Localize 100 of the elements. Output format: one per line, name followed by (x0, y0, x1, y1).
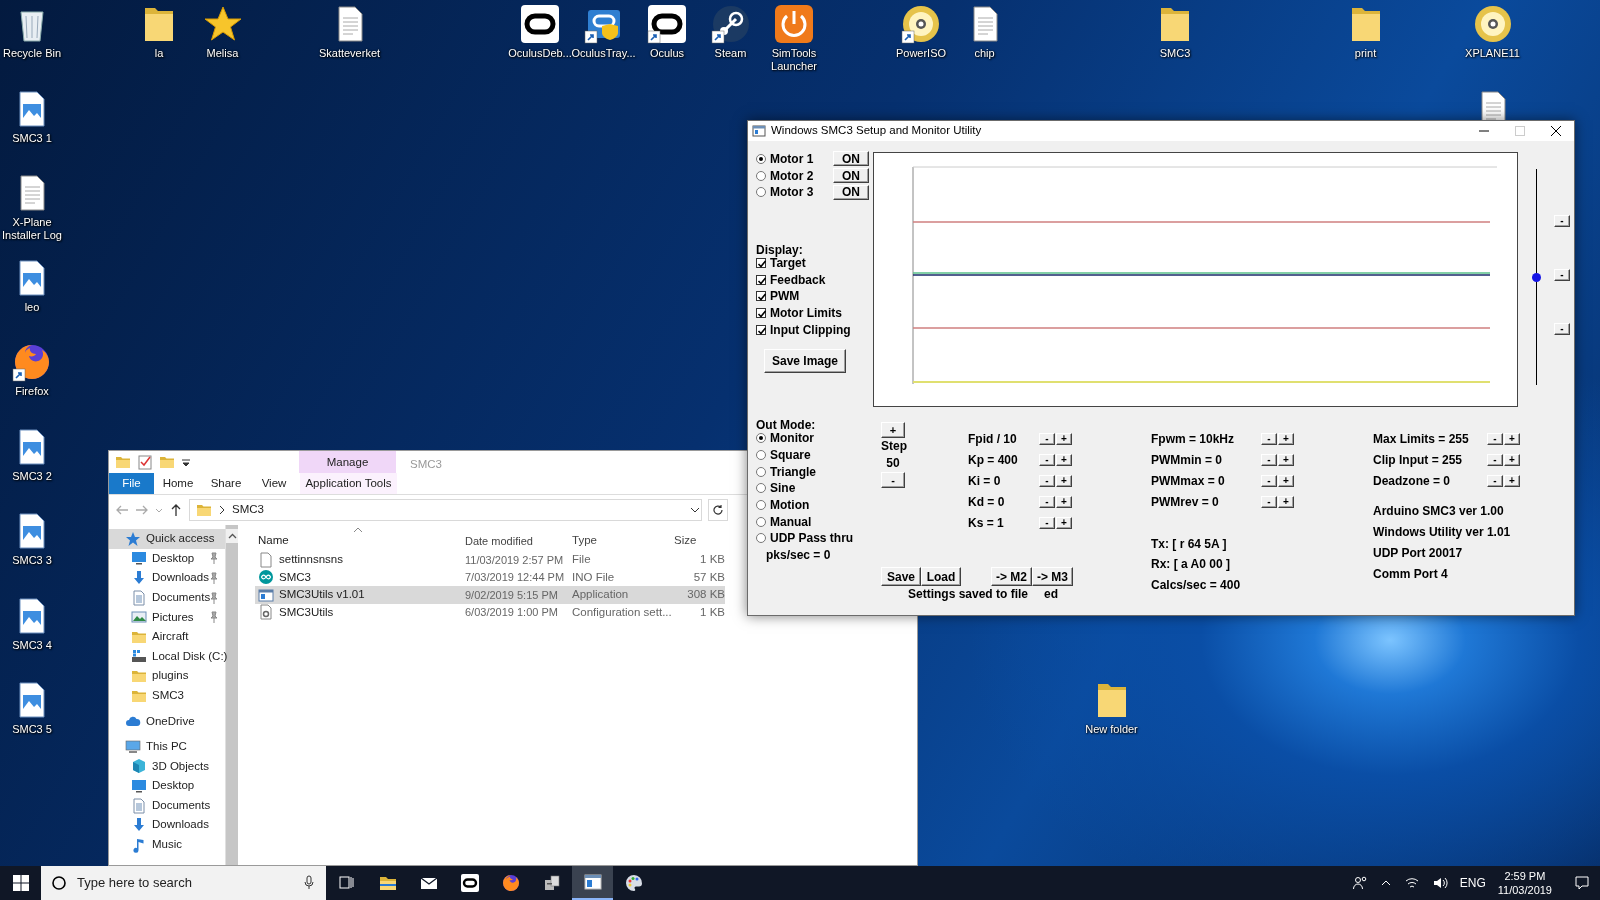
file-name[interactable]: settinnsnsns (279, 551, 343, 569)
checkbox[interactable] (756, 324, 766, 335)
nav-item[interactable]: Pictures (109, 607, 225, 627)
checkbox[interactable] (756, 291, 766, 302)
ring-app-icon[interactable] (647, 4, 687, 44)
desktop-icon-label[interactable]: leo (24, 300, 40, 314)
toggle-button[interactable]: ON (833, 151, 869, 167)
nav-item-label[interactable]: Desktop (152, 549, 195, 567)
desktop-icon-label[interactable]: print (1354, 47, 1377, 60)
increment-button[interactable]: + (1278, 475, 1294, 488)
clock-time[interactable]: 2:59 PM (1497, 868, 1552, 883)
radio-button[interactable] (756, 450, 766, 461)
microphone-icon[interactable] (302, 875, 316, 891)
ribbon-tab[interactable]: Share (202, 473, 250, 494)
ribbon-tab[interactable]: Home (154, 473, 202, 494)
desktop-icon-label[interactable]: SMC3 2 (12, 469, 52, 483)
desktop-icon-label[interactable]: Firefox (15, 385, 49, 398)
increment-button[interactable]: + (1504, 475, 1520, 488)
radio-label[interactable]: Manual (770, 512, 812, 531)
desktop-icon-label[interactable]: New folder (1085, 723, 1138, 736)
file-name[interactable]: SMC3 (279, 568, 311, 586)
address-path[interactable]: SMC3 (232, 501, 683, 519)
desktop-icon-label[interactable]: OculusTray... (571, 47, 636, 60)
notification-icon[interactable] (1574, 875, 1590, 891)
increment-button[interactable]: + (1056, 496, 1072, 509)
increment-button[interactable]: + (1056, 517, 1072, 529)
nav-item-label[interactable]: Pictures (152, 608, 194, 626)
radio-label[interactable]: Triangle (770, 462, 816, 481)
file-row[interactable]: settinnsnsns 11/03/2019 2:57 PM File 1 KB (255, 551, 725, 569)
ribbon-tab[interactable]: File (109, 473, 154, 494)
file-row[interactable]: SMC3Utils v1.01 9/02/2019 5:15 PM Application 308 KB (255, 586, 725, 604)
radio-label[interactable]: Motor 3 (770, 183, 814, 202)
pin-icon[interactable] (209, 572, 219, 584)
copy-button[interactable]: -> M2 (991, 567, 1032, 586)
minus-button[interactable]: - (1554, 323, 1570, 335)
nav-item-label[interactable]: Desktop (152, 777, 195, 795)
nav-item[interactable]: Downloads (109, 568, 225, 588)
scroll-up-icon[interactable] (227, 533, 237, 539)
desktop-icon-label[interactable]: Skatteverket (318, 47, 381, 60)
desktop-icon-label[interactable]: XPLANE11 (1465, 47, 1520, 60)
fox-globe-icon[interactable] (12, 342, 52, 382)
pin-icon[interactable] (209, 552, 219, 565)
radio-button[interactable] (756, 433, 766, 444)
desktop-icon-label[interactable]: Oculus (649, 47, 685, 60)
column-header[interactable]: Size (672, 532, 725, 550)
decrement-button[interactable]: - (1487, 454, 1503, 467)
checkbox[interactable] (756, 274, 766, 285)
nav-item-label[interactable]: Downloads (152, 816, 209, 834)
nav-item[interactable]: Music (109, 834, 225, 855)
nav-item[interactable]: Desktop (109, 548, 225, 569)
save-image-button[interactable]: Save Image (764, 349, 846, 373)
desktop-icon-label[interactable]: OculusDeb... (508, 47, 572, 60)
file-row[interactable]: SMC3 7/03/2019 12:44 PM INO File 57 KB (255, 568, 725, 586)
decrement-button[interactable]: - (1261, 454, 1277, 467)
nav-item[interactable]: Local Disk (C:) (109, 646, 225, 667)
scrollbar[interactable] (225, 525, 238, 865)
decrement-button[interactable]: - (1039, 517, 1055, 529)
nav-item-label[interactable]: Documents (152, 588, 211, 607)
radio-label[interactable]: Square (770, 446, 811, 465)
desktop-icon-label[interactable]: SMC3 3 (12, 554, 52, 567)
clock-date[interactable]: 11/03/2019 (1497, 883, 1552, 898)
nav-item-label[interactable]: SMC3 (152, 686, 184, 705)
desktop-icon-label[interactable]: la (154, 47, 164, 60)
checkbox[interactable] (756, 257, 766, 268)
checkbox-label[interactable]: PWM (770, 287, 800, 306)
column-header[interactable]: Name (255, 532, 465, 550)
star-icon[interactable] (202, 4, 243, 44)
people-icon[interactable] (1351, 875, 1368, 891)
increment-button[interactable]: + (1056, 433, 1072, 446)
language-indicator[interactable]: ENG (1459, 874, 1486, 892)
nav-item[interactable]: Quick access (109, 529, 225, 549)
nav-item-label[interactable]: OneDrive (146, 712, 195, 730)
taskbar-app-button[interactable] (572, 866, 613, 900)
toggle-button[interactable]: ON (833, 168, 869, 184)
radio-label[interactable]: Monitor (770, 429, 814, 448)
nav-item[interactable]: Documents (109, 587, 225, 608)
checklist-icon[interactable] (137, 454, 153, 470)
close-icon[interactable] (1550, 125, 1562, 137)
radio-button[interactable] (756, 516, 766, 527)
decrement-button[interactable]: - (1261, 433, 1277, 446)
desktop-icon-label[interactable]: PowerISO (895, 47, 947, 60)
refresh-button[interactable] (708, 499, 728, 521)
decrement-button[interactable]: - (1487, 475, 1503, 488)
nav-item[interactable]: Desktop (109, 776, 225, 796)
checkbox-label[interactable]: Motor Limits (770, 303, 842, 322)
pin-icon[interactable] (209, 611, 219, 624)
nav-item-label[interactable]: This PC (146, 738, 187, 756)
nav-item-label[interactable]: Music (152, 836, 183, 854)
desktop-icon-label[interactable]: X-Plane Installer Log (0, 216, 70, 242)
radio-button[interactable] (756, 483, 766, 494)
decrement-button[interactable]: - (1039, 454, 1055, 467)
checkbox-label[interactable]: Input Clipping (770, 320, 851, 339)
file-button[interactable]: Load (921, 567, 961, 586)
slider-thumb[interactable] (1531, 272, 1541, 282)
nav-item[interactable]: SMC3 (109, 685, 225, 706)
radio-label[interactable]: Motor 1 (770, 149, 814, 168)
radio-label[interactable]: Motor 2 (770, 166, 814, 185)
desktop-icon-label[interactable]: Melisa (206, 47, 239, 60)
radio-button[interactable] (756, 500, 766, 511)
nav-item[interactable]: Downloads (109, 815, 225, 835)
